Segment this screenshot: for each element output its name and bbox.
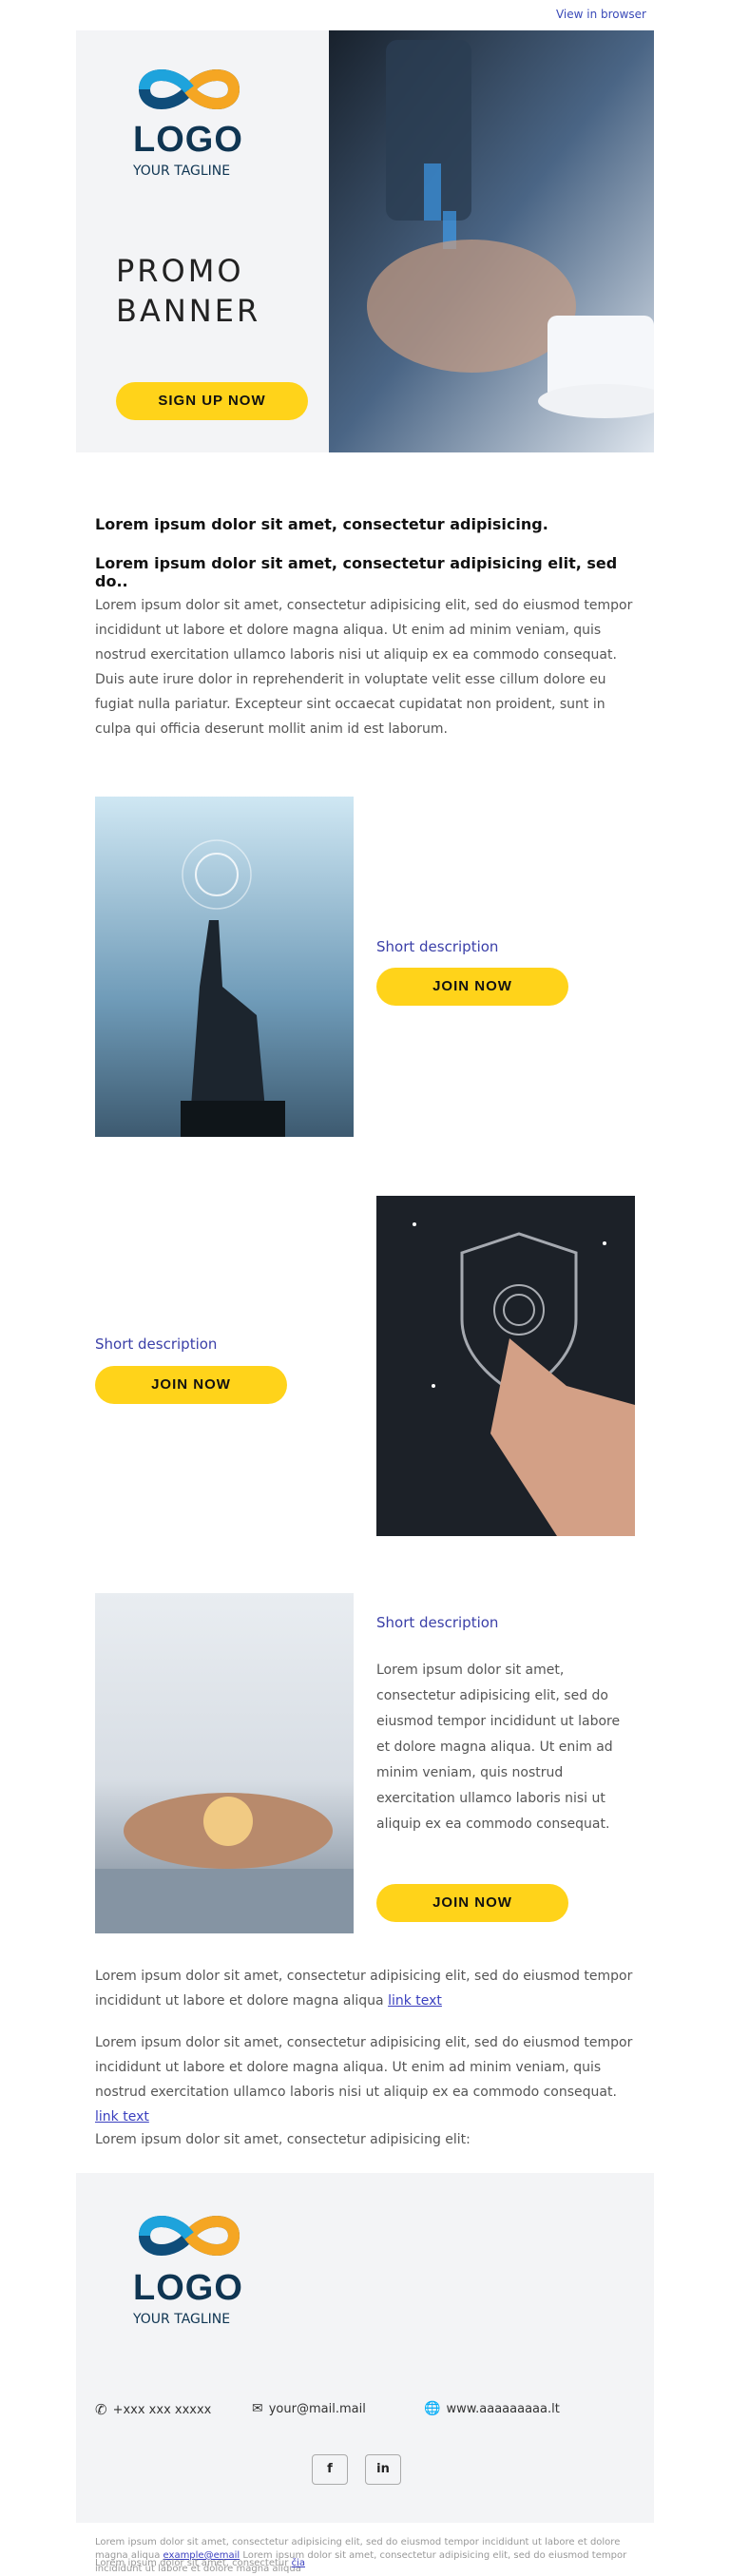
phone-contact[interactable]: ✆ +xxx xxx xxxxx xyxy=(95,2401,211,2418)
footer-logo-tagline: YOUR TAGLINE xyxy=(133,2312,231,2327)
short-description-3: Short description xyxy=(376,1614,499,1631)
short-description-2: Short description xyxy=(95,1336,218,1353)
view-in-browser-link[interactable]: View in browser xyxy=(556,8,646,21)
outro-link-2[interactable]: link text xyxy=(95,2109,149,2124)
hero-banner: LOGO YOUR TAGLINE PROMO BANNER SIGN UP N… xyxy=(76,30,654,452)
email-contact[interactable]: ✉ your@mail.mail xyxy=(252,2401,366,2416)
hero-left-panel: LOGO YOUR TAGLINE PROMO BANNER SIGN UP N… xyxy=(76,30,329,452)
handshake-image xyxy=(95,1593,354,1933)
promo-line-1: PROMO xyxy=(116,253,244,289)
legal2-text: Lorem ipsum dolor sit amet, consectetur xyxy=(95,2558,292,2568)
hero-image xyxy=(329,30,654,452)
outro-paragraph-2: Lorem ipsum dolor sit amet, consectetur … xyxy=(95,2030,637,2129)
handshake-illustration xyxy=(95,1593,354,1933)
hero-photo-illustration xyxy=(329,30,654,452)
short-description-1: Short description xyxy=(376,938,499,955)
join-now-button-1[interactable]: JOIN NOW xyxy=(376,968,568,1006)
phone-icon: ✆ xyxy=(95,2401,107,2418)
footer-logo-text: LOGO xyxy=(133,2268,243,2308)
promo-line-2: BANNER xyxy=(116,293,261,329)
logo-text: LOGO xyxy=(133,120,243,160)
logo-icon xyxy=(138,69,240,109)
logo-tagline: YOUR TAGLINE xyxy=(133,163,231,179)
fingerprint-illustration xyxy=(376,1196,635,1536)
join-now-button-2[interactable]: JOIN NOW xyxy=(95,1366,287,1404)
outro-paragraph-3: Lorem ipsum dolor sit amet, consectetur … xyxy=(95,2132,471,2147)
footer-legal-text-2: Lorem ipsum dolor sit amet, consectetur … xyxy=(95,2557,637,2570)
facebook-icon[interactable]: f xyxy=(312,2454,348,2485)
sign-up-button[interactable]: SIGN UP NOW xyxy=(116,382,308,420)
legal2-link[interactable]: čia xyxy=(292,2558,305,2568)
linkedin-icon[interactable]: in xyxy=(365,2454,401,2485)
join-now-button-3[interactable]: JOIN NOW xyxy=(376,1884,568,1922)
website-contact[interactable]: 🌐 www.aaaaaaaaa.lt xyxy=(424,2401,560,2416)
outro-link-1[interactable]: link text xyxy=(388,1993,442,2009)
outro-text-2: Lorem ipsum dolor sit amet, consectetur … xyxy=(95,2035,633,2100)
lead-heading-1: Lorem ipsum dolor sit amet, consectetur … xyxy=(95,515,548,533)
phone-text: +xxx xxx xxxxx xyxy=(112,2402,212,2417)
mail-icon: ✉ xyxy=(252,2401,263,2416)
promo-heading: PROMO BANNER xyxy=(116,251,260,331)
intro-paragraph: Lorem ipsum dolor sit amet, consectetur … xyxy=(95,598,633,737)
email-text: your@mail.mail xyxy=(268,2401,366,2416)
outro-text-1: Lorem ipsum dolor sit amet, consectetur … xyxy=(95,1969,633,2009)
footer: LOGO YOUR TAGLINE ✆ +xxx xxx xxxxx ✉ you… xyxy=(76,2173,654,2523)
footer-logo-icon xyxy=(138,2216,240,2256)
block3-paragraph: Lorem ipsum dolor sit amet, consectetur … xyxy=(376,1663,621,1832)
website-text: www.aaaaaaaaa.lt xyxy=(446,2401,560,2416)
lead-heading-2: Lorem ipsum dolor sit amet, consectetur … xyxy=(95,554,618,590)
globe-icon: 🌐 xyxy=(424,2401,441,2416)
touch-tech-image xyxy=(95,797,354,1137)
touch-illustration xyxy=(95,797,354,1137)
outro-paragraph-1: Lorem ipsum dolor sit amet, consectetur … xyxy=(95,1964,637,2013)
fingerprint-image xyxy=(376,1196,635,1536)
